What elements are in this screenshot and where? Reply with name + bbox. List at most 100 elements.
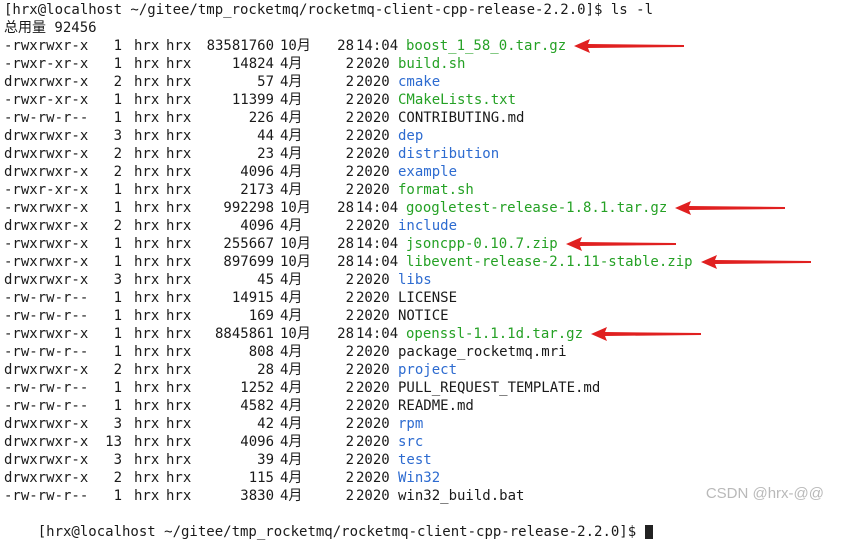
directory-name: rpm (398, 416, 424, 432)
entry-time: 2020 (356, 128, 390, 144)
entry-size: 83581760 (206, 38, 274, 54)
entry-group: hrx (166, 182, 192, 198)
entry-group: hrx (166, 452, 192, 468)
entry-group: hrx (166, 92, 192, 108)
entry-perm: -rw-rw-r-- (4, 380, 89, 396)
entry-links: 1 (113, 254, 122, 270)
file-name: openssl-1.1.1d.tar.gz (406, 326, 584, 342)
entry-month: 4月 (280, 452, 303, 468)
entry-month: 4月 (280, 362, 303, 378)
entry-group: hrx (166, 128, 192, 144)
entry-day: 2 (345, 146, 354, 162)
entry-links: 1 (113, 236, 122, 252)
entry-perm: drwxrwxr-x (4, 128, 89, 144)
entry-perm: -rw-rw-r-- (4, 488, 89, 504)
entry-links: 2 (113, 164, 122, 180)
entry-day: 2 (345, 416, 354, 432)
entry-owner: hrx (134, 326, 160, 342)
entry-time: 14:04 (356, 236, 399, 252)
entry-month: 10月 (280, 326, 311, 342)
entry-day: 2 (345, 362, 354, 378)
entry-size: 4096 (240, 434, 274, 450)
entry-day: 2 (345, 164, 354, 180)
entry-group: hrx (166, 254, 192, 270)
entry-time: 2020 (356, 434, 390, 450)
terminal-window[interactable]: [hrx@localhost ~/gitee/tmp_rocketmq/rock… (0, 0, 842, 540)
entry-day: 2 (345, 344, 354, 360)
entry-links: 2 (113, 362, 122, 378)
final-prompt-line[interactable]: [hrx@localhost ~/gitee/tmp_rocketmq/rock… (4, 505, 653, 540)
entry-size: 3830 (240, 488, 274, 504)
entry-month: 4月 (280, 344, 303, 360)
entry-links: 3 (113, 416, 122, 432)
entry-group: hrx (166, 200, 192, 216)
entry-owner: hrx (134, 110, 160, 126)
entry-perm: -rwxr-xr-x (4, 56, 89, 72)
entry-perm: drwxrwxr-x (4, 416, 89, 432)
entry-perm: drwxrwxr-x (4, 362, 89, 378)
entry-day: 2 (345, 272, 354, 288)
entry-size: 14915 (231, 290, 274, 306)
entry-owner: hrx (134, 164, 160, 180)
entry-time: 2020 (356, 398, 390, 414)
entry-size: 42 (257, 416, 274, 432)
entry-size: 115 (248, 470, 274, 486)
entry-time: 2020 (356, 452, 390, 468)
file-name: package_rocketmq.mri (398, 344, 567, 360)
directory-name: libs (398, 272, 432, 288)
file-name: CMakeLists.txt (398, 92, 517, 108)
file-name: LICENSE (398, 290, 458, 306)
entry-owner: hrx (134, 398, 160, 414)
entry-perm: -rwxrwxr-x (4, 38, 89, 54)
entry-links: 1 (113, 326, 122, 342)
total-size-line: 总用量 92456 (4, 20, 97, 36)
entry-day: 28 (337, 38, 354, 54)
file-name: PULL_REQUEST_TEMPLATE.md (398, 380, 601, 396)
file-name: win32_build.bat (398, 488, 525, 504)
entry-owner: hrx (134, 236, 160, 252)
file-name: NOTICE (398, 308, 449, 324)
entry-size: 57 (257, 74, 274, 90)
entry-month: 4月 (280, 92, 303, 108)
entry-perm: drwxrwxr-x (4, 146, 89, 162)
entry-size: 808 (248, 344, 274, 360)
entry-group: hrx (166, 218, 192, 234)
entry-owner: hrx (134, 452, 160, 468)
entry-day: 2 (345, 452, 354, 468)
entry-group: hrx (166, 38, 192, 54)
entry-month: 4月 (280, 488, 303, 504)
file-name: format.sh (398, 182, 474, 198)
entry-links: 1 (113, 38, 122, 54)
entry-owner: hrx (134, 470, 160, 486)
entry-owner: hrx (134, 272, 160, 288)
file-name: libevent-release-2.1.11-stable.zip (406, 254, 693, 270)
entry-links: 1 (113, 110, 122, 126)
entry-group: hrx (166, 362, 192, 378)
directory-name: project (398, 362, 458, 378)
entry-perm: drwxrwxr-x (4, 452, 89, 468)
entry-time: 2020 (356, 416, 390, 432)
entry-owner: hrx (134, 92, 160, 108)
entry-month: 4月 (280, 218, 303, 234)
entry-time: 2020 (356, 470, 390, 486)
entry-month: 4月 (280, 398, 303, 414)
entry-month: 10月 (280, 236, 311, 252)
entry-links: 2 (113, 470, 122, 486)
entry-size: 8845861 (214, 326, 274, 342)
entry-day: 28 (337, 200, 354, 216)
entry-perm: -rw-rw-r-- (4, 398, 89, 414)
entry-links: 1 (113, 380, 122, 396)
entry-month: 4月 (280, 416, 303, 432)
entry-group: hrx (166, 398, 192, 414)
entry-group: hrx (166, 146, 192, 162)
directory-name: src (398, 434, 424, 450)
entry-day: 2 (345, 74, 354, 90)
entry-perm: -rw-rw-r-- (4, 290, 89, 306)
entry-group: hrx (166, 344, 192, 360)
entry-group: hrx (166, 110, 192, 126)
entry-size: 169 (248, 308, 274, 324)
entry-time: 14:04 (356, 326, 399, 342)
entry-owner: hrx (134, 218, 160, 234)
entry-day: 2 (345, 182, 354, 198)
entry-perm: drwxrwxr-x (4, 164, 89, 180)
